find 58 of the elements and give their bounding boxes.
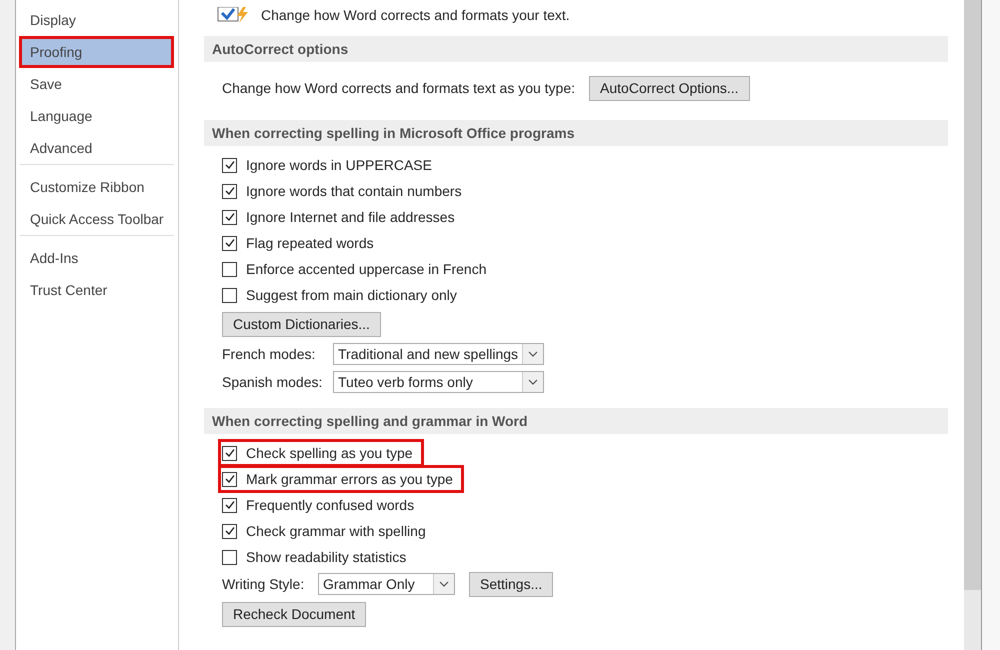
checkbox-row[interactable]: Check spelling as you type [218,439,424,467]
checkmark-icon [224,159,236,171]
dropdown-label: Spanish modes: [222,374,324,390]
section-header: When correcting spelling in Microsoft Office programs [204,120,948,146]
checkbox-row[interactable]: Ignore words in UPPERCASE [218,151,443,179]
section-header: AutoCorrect options [204,36,948,62]
checkbox-row[interactable]: Check grammar with spelling [218,517,437,545]
push-button[interactable]: Custom Dictionaries... [222,312,381,336]
checkbox-row[interactable]: Ignore words that contain numbers [218,177,473,205]
section-header: When correcting spelling and grammar in Word [204,408,948,434]
checkbox-row[interactable]: Show readability statistics [218,543,418,571]
checkbox-row[interactable]: Suggest from main dictionary only [218,281,468,309]
dropdown-label: Writing Style: [222,576,306,592]
push-button[interactable]: Settings... [469,572,554,596]
dropdown[interactable]: Traditional and new spellings [333,343,544,365]
chevron-icon [528,379,538,385]
checkbox[interactable] [222,158,237,172]
sidebar-item[interactable]: Advanced [19,132,174,164]
checkbox[interactable] [222,524,237,538]
check-lightning-icon [217,7,251,23]
checkmark-icon [224,525,236,537]
checkbox-row[interactable]: Mark grammar errors as you type [218,465,464,493]
sidebar-item[interactable]: Add-Ins [19,242,174,274]
checkbox-row[interactable]: Enforce accented uppercase in French [218,255,498,283]
checkbox[interactable] [222,472,237,486]
checkbox[interactable] [222,236,237,250]
checkbox[interactable] [222,262,237,276]
checkmark-icon [224,211,236,223]
checkbox[interactable] [222,550,237,564]
sidebar-item[interactable]: Trust Center [19,274,174,306]
intro-text: Change how Word corrects and formats your text. [261,7,570,23]
sidebar-item[interactable]: Quick Access Toolbar [19,203,174,235]
sidebar-item[interactable]: Language [19,100,174,132]
push-button[interactable]: Recheck Document [222,602,366,626]
sidebar-item[interactable]: Display [19,4,174,36]
checkbox-row[interactable]: Frequently confused words [218,491,426,519]
checkbox-row[interactable]: Ignore Internet and file addresses [218,203,466,231]
checkbox[interactable] [222,498,237,512]
checkbox[interactable] [222,184,237,198]
option-label: Change how Word corrects and formats text as you type: [222,80,576,96]
checkmark-icon [224,499,236,511]
checkmark-icon [224,447,236,459]
checkmark-icon [224,473,236,485]
checkbox[interactable] [222,446,237,460]
dropdown[interactable]: Grammar Only [318,573,455,595]
checkbox-row[interactable]: Flag repeated words [218,229,385,257]
checkbox[interactable] [222,288,237,302]
chevron-icon [528,351,538,357]
checkbox[interactable] [222,210,237,224]
push-button[interactable]: AutoCorrect Options... [589,76,750,100]
sidebar-item[interactable]: Proofing [19,36,174,68]
dropdown-label: French modes: [222,346,316,362]
dropdown[interactable]: Tuteo verb forms only [333,371,544,393]
sidebar-item[interactable]: Customize Ribbon [19,171,174,203]
checkmark-icon [224,185,236,197]
sidebar-item[interactable]: Save [19,68,174,100]
checkmark-icon [224,237,236,249]
chevron-icon [439,581,449,587]
